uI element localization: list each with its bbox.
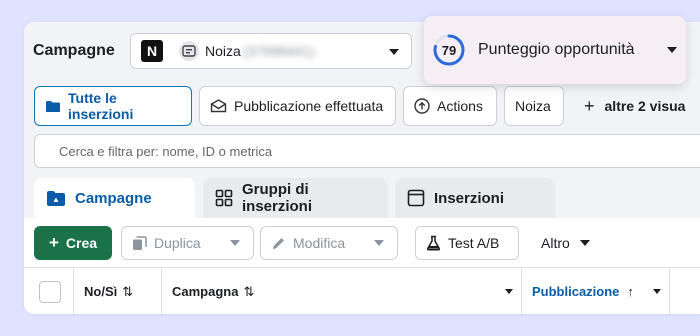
- tab-ads-label: Inserzioni: [434, 189, 505, 207]
- ad-account-icon: [179, 41, 199, 61]
- tab-campaigns[interactable]: Campagne: [34, 178, 195, 218]
- duplicate-button[interactable]: Duplica: [121, 226, 217, 260]
- view-published[interactable]: Pubblicazione effettuata: [199, 86, 396, 126]
- folder-icon: [46, 190, 66, 207]
- chevron-down-icon[interactable]: [505, 289, 513, 294]
- view-actions[interactable]: Actions: [403, 86, 497, 126]
- folder-icon: [45, 100, 61, 113]
- column-delivery[interactable]: Pubblicazione ↑: [522, 268, 670, 314]
- view-all-ads[interactable]: Tutte le inserzioni: [34, 86, 192, 126]
- create-button[interactable]: + Crea: [34, 226, 112, 260]
- flask-icon: [426, 235, 441, 251]
- view-noiza[interactable]: Noiza: [504, 86, 564, 126]
- envelope-icon: [210, 99, 227, 113]
- more-views-label: altre 2 visua: [604, 98, 686, 114]
- view-actions-label: Actions: [437, 98, 483, 114]
- view-published-label: Pubblicazione effettuata: [234, 98, 384, 114]
- select-all-checkbox[interactable]: [39, 280, 61, 303]
- ab-test-button-label: Test A/B: [448, 235, 500, 251]
- chevron-down-icon: [579, 240, 590, 246]
- duplicate-button-label: Duplica: [154, 235, 201, 251]
- sort-icon: ⇅: [122, 283, 134, 299]
- chevron-down-icon: [229, 240, 240, 246]
- more-actions-button[interactable]: Altro: [541, 226, 590, 260]
- chevron-down-icon: [373, 240, 384, 246]
- tab-adsets[interactable]: Gruppi di inserzioni: [203, 178, 388, 218]
- search-filter-input[interactable]: Cerca e filtra per: nome, ID o metrica: [34, 134, 700, 168]
- edit-button-label: Modifica: [293, 235, 346, 251]
- chevron-down-icon: [389, 49, 399, 55]
- view-all-ads-label: Tutte le inserzioni: [68, 90, 134, 122]
- create-button-label: Crea: [65, 235, 98, 251]
- column-onoff[interactable]: No/Sì ⇅: [74, 268, 162, 314]
- copy-icon: [132, 235, 147, 251]
- edit-button[interactable]: Modifica: [260, 226, 361, 260]
- more-views-button[interactable]: + altre 2 visua: [584, 86, 685, 126]
- view-noiza-label: Noiza: [515, 98, 551, 114]
- select-all-cell: [24, 268, 74, 314]
- ab-test-button[interactable]: Test A/B: [415, 226, 519, 260]
- window-icon: [407, 189, 425, 207]
- column-campaign-label: Campagna: [172, 284, 239, 299]
- tab-adsets-label: Gruppi di inserzioni: [242, 181, 313, 215]
- pencil-icon: [271, 236, 286, 251]
- score-ring: 79: [432, 33, 466, 67]
- page-title: Campagne: [33, 42, 115, 59]
- campaigns-content: + Crea Duplica Modifica Test A/B Altro N…: [24, 218, 700, 314]
- chevron-down-icon[interactable]: [653, 289, 661, 294]
- chevron-down-icon: [667, 47, 677, 53]
- opportunity-score-popup[interactable]: 79 Punteggio opportunità: [424, 16, 686, 84]
- grid-icon: [215, 189, 233, 207]
- column-delivery-label: Pubblicazione: [532, 284, 620, 299]
- plus-icon: +: [584, 95, 595, 116]
- account-name: Noiza: [205, 43, 241, 59]
- tab-campaigns-label: Campagne: [75, 189, 152, 207]
- upload-circle-icon: [414, 98, 430, 114]
- sort-ascending-icon: ↑: [627, 284, 634, 299]
- table-header: No/Sì ⇅ Campagna ⇅ Pubblicazione ↑: [24, 267, 700, 314]
- edit-dropdown[interactable]: [360, 226, 398, 260]
- plus-icon: +: [48, 233, 59, 252]
- account-id: (37998441): [242, 43, 315, 59]
- opportunity-score-label: Punteggio opportunità: [478, 41, 635, 58]
- tab-ads[interactable]: Inserzioni: [395, 178, 555, 218]
- more-actions-label: Altro: [541, 235, 570, 251]
- column-onoff-label: No/Sì: [84, 284, 118, 299]
- sort-icon: ⇅: [243, 283, 255, 299]
- column-campaign[interactable]: Campagna ⇅: [162, 268, 522, 314]
- score-value: 79: [441, 42, 457, 58]
- account-selector[interactable]: N Noiza (37998441): [130, 33, 412, 69]
- brand-logo: N: [141, 40, 163, 62]
- duplicate-dropdown[interactable]: [216, 226, 254, 260]
